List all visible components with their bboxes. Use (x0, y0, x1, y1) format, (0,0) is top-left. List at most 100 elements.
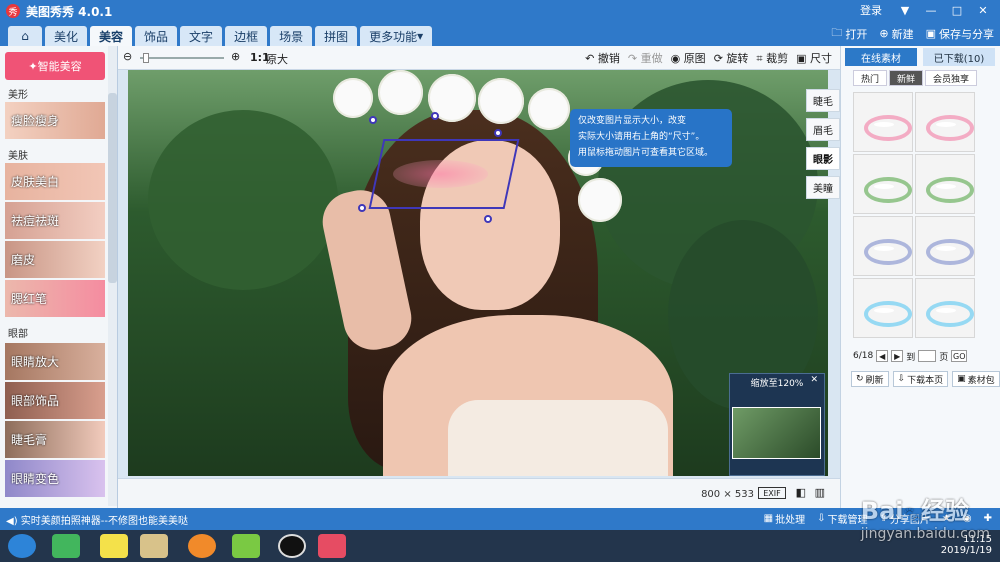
firefox-icon[interactable] (188, 534, 216, 558)
menu-icon[interactable]: ▼ (894, 2, 916, 18)
page-number-input[interactable] (918, 350, 937, 362)
minimize-icon[interactable]: — (920, 2, 942, 18)
tooltip-line-2: 实际大小请用右上角的“尺寸”。 (578, 132, 705, 142)
feature-eye-enlarge[interactable]: 眼睛放大 (5, 343, 105, 380)
selection-handle-top-right[interactable] (494, 129, 502, 137)
zoom-slider-handle[interactable] (143, 53, 149, 63)
download-icon: ⇩ (897, 374, 906, 384)
app-icon-green[interactable] (52, 534, 80, 558)
split-view-icon[interactable]: ▥ (815, 486, 825, 499)
eye-shadow-asset[interactable] (915, 278, 975, 338)
tab-text[interactable]: 文字 (180, 26, 223, 46)
media-app-icon[interactable] (232, 534, 260, 558)
tab-frame[interactable]: 边框 (225, 26, 268, 46)
qq-icon[interactable] (100, 534, 128, 558)
downloaded-tab[interactable]: 已下载(10) (923, 48, 995, 66)
login-button[interactable]: 登录 (860, 2, 882, 18)
record-app-icon[interactable] (278, 534, 306, 558)
side-tab-eyelashes[interactable]: 睫毛 (806, 89, 840, 112)
clock-date: 2019/1/19 (940, 545, 992, 556)
folder-taskbar-icon[interactable] (140, 534, 168, 558)
zoom-slider[interactable] (140, 57, 224, 59)
material-pack-button[interactable]: ▣ 素材包 (952, 371, 1000, 387)
tab-beauty[interactable]: 美容 (90, 26, 133, 46)
smart-beauty-button[interactable]: ✦ 智能美容 (5, 52, 105, 80)
selection-handle-bottom-left[interactable] (358, 204, 366, 212)
download-page-button[interactable]: ⇩ 下载本页 (892, 371, 949, 387)
resize-button[interactable]: ▣ 尺寸 (796, 50, 832, 66)
subtab-vip[interactable]: 会员独享 (925, 70, 978, 86)
feature-slim-face[interactable]: 瘦脸瘦身 (5, 102, 105, 139)
windows-taskbar: 11:15 2019/1/19 (0, 530, 1000, 562)
feature-smooth-skin[interactable]: 磨皮 (5, 241, 105, 278)
image-toolbar: ⊖ ⊕ 1:1 原大 ↶ 撤销 ↷ 重做 ◉ 原图 ⟳ 旋转 ⌗ 裁剪 ▣ 尺寸 (118, 46, 840, 70)
next-page-button[interactable]: ▶ (891, 350, 904, 362)
close-preview-icon[interactable]: ✕ (810, 375, 818, 385)
eye-shadow-asset[interactable] (853, 278, 913, 338)
tab-scene[interactable]: 场景 (270, 26, 313, 46)
file-actions: 🗀 打开 ⊕ 新建 ▣ 保存与分享 (831, 24, 994, 43)
feature-blush[interactable]: 腮红笔 (5, 280, 105, 317)
eye-shadow-asset[interactable] (915, 216, 975, 276)
crop-button[interactable]: ⌗ 裁剪 (756, 50, 788, 66)
page-label: 页 (939, 352, 949, 363)
online-materials-tab[interactable]: 在线素材 (845, 48, 917, 66)
start-button-icon[interactable] (8, 534, 36, 558)
eye-shadow-asset[interactable] (853, 216, 913, 276)
open-button[interactable]: 🗀 打开 (831, 24, 867, 43)
refresh-button[interactable]: ↻ 刷新 (851, 371, 889, 387)
go-page-button[interactable]: GO (951, 350, 968, 362)
exif-badge[interactable]: EXIF (758, 487, 786, 499)
eye-shadow-asset[interactable] (915, 154, 975, 214)
eye-shadow-asset[interactable] (853, 154, 913, 214)
feature-mascara[interactable]: 睫毛膏 (5, 421, 105, 458)
selection-rotate-handle[interactable] (431, 112, 439, 120)
close-icon[interactable]: ✕ (972, 2, 994, 18)
tab-accessories[interactable]: 饰品 (135, 26, 178, 46)
selection-handle-bottom-right[interactable] (484, 215, 492, 223)
side-tab-eye-shadow[interactable]: 眼影 (806, 147, 840, 170)
flower-crown-4 (478, 78, 524, 124)
redo-button[interactable]: ↷ 重做 (628, 50, 663, 66)
rotate-button[interactable]: ⟳ 旋转 (714, 50, 749, 66)
save-share-button[interactable]: ▣ 保存与分享 (926, 24, 994, 43)
previous-page-button[interactable]: ◀ (876, 350, 889, 362)
batch-process-button[interactable]: ▦ 批处理 (764, 511, 805, 526)
navigator-thumbnail[interactable] (732, 407, 821, 459)
feature-skin-whitening[interactable]: 皮肤美白 (5, 163, 105, 200)
dress (448, 400, 668, 476)
selection-handle-top-left[interactable] (369, 116, 377, 124)
feature-acne-removal[interactable]: 祛痘祛斑 (5, 202, 105, 239)
zoom-in-icon[interactable]: ⊕ (231, 50, 240, 63)
original-size-label[interactable]: 原大 (266, 51, 288, 67)
zoom-tooltip: 仅改变图片显示大小，改变 实际大小请用右上角的“尺寸”。 用鼠标拖动图片可查看其… (570, 109, 732, 167)
subtab-hot[interactable]: 热门 (853, 70, 888, 86)
refresh-label: 刷新 (865, 375, 884, 386)
compare-icon[interactable]: ◧ (796, 486, 806, 499)
meitu-taskbar-icon[interactable] (318, 534, 346, 558)
eye-shadow-asset[interactable] (853, 92, 913, 152)
maximize-icon[interactable]: □ (946, 2, 968, 18)
feature-eye-color[interactable]: 眼睛变色 (5, 460, 105, 497)
eye-shadow-asset[interactable] (915, 92, 975, 152)
home-tab[interactable]: ⌂ (8, 26, 42, 46)
eye-shadow-selection-box[interactable] (368, 139, 520, 209)
side-tab-eyebrows[interactable]: 眉毛 (806, 118, 840, 141)
tab-collage[interactable]: 拼图 (315, 26, 358, 46)
status-bar: ◀) 实时美颜拍照神器--不修图也能美美哒 ▦ 批处理 ⇩ 下载管理 ⇪ 分享图片 ★… (0, 508, 1000, 530)
page-info: 6/18 (853, 351, 874, 361)
status-message[interactable]: ◀) 实时美颜拍照神器--不修图也能美美哒 (6, 512, 188, 527)
tab-beautify[interactable]: 美化 (45, 26, 88, 46)
zoom-out-icon[interactable]: ⊖ (123, 50, 132, 63)
side-tab-contacts[interactable]: 美瞳 (806, 176, 840, 199)
undo-button[interactable]: ↶ 撤销 (585, 50, 620, 66)
original-button[interactable]: ◉ 原图 (671, 50, 706, 66)
tab-more[interactable]: 更多功能 ▾ (360, 26, 433, 46)
subtab-new[interactable]: 新鲜 (889, 70, 924, 86)
new-button[interactable]: ⊕ 新建 (879, 24, 913, 43)
title-bar: 秀 美图秀秀 4.0.1 登录 ▼ — □ ✕ (0, 0, 1000, 22)
navigator-preview[interactable]: 缩放至120% ✕ (729, 373, 825, 476)
feature-eye-accessory[interactable]: 眼部饰品 (5, 382, 105, 419)
original-button-label: 原图 (683, 52, 706, 65)
left-panel-scroll-thumb[interactable] (108, 93, 117, 283)
